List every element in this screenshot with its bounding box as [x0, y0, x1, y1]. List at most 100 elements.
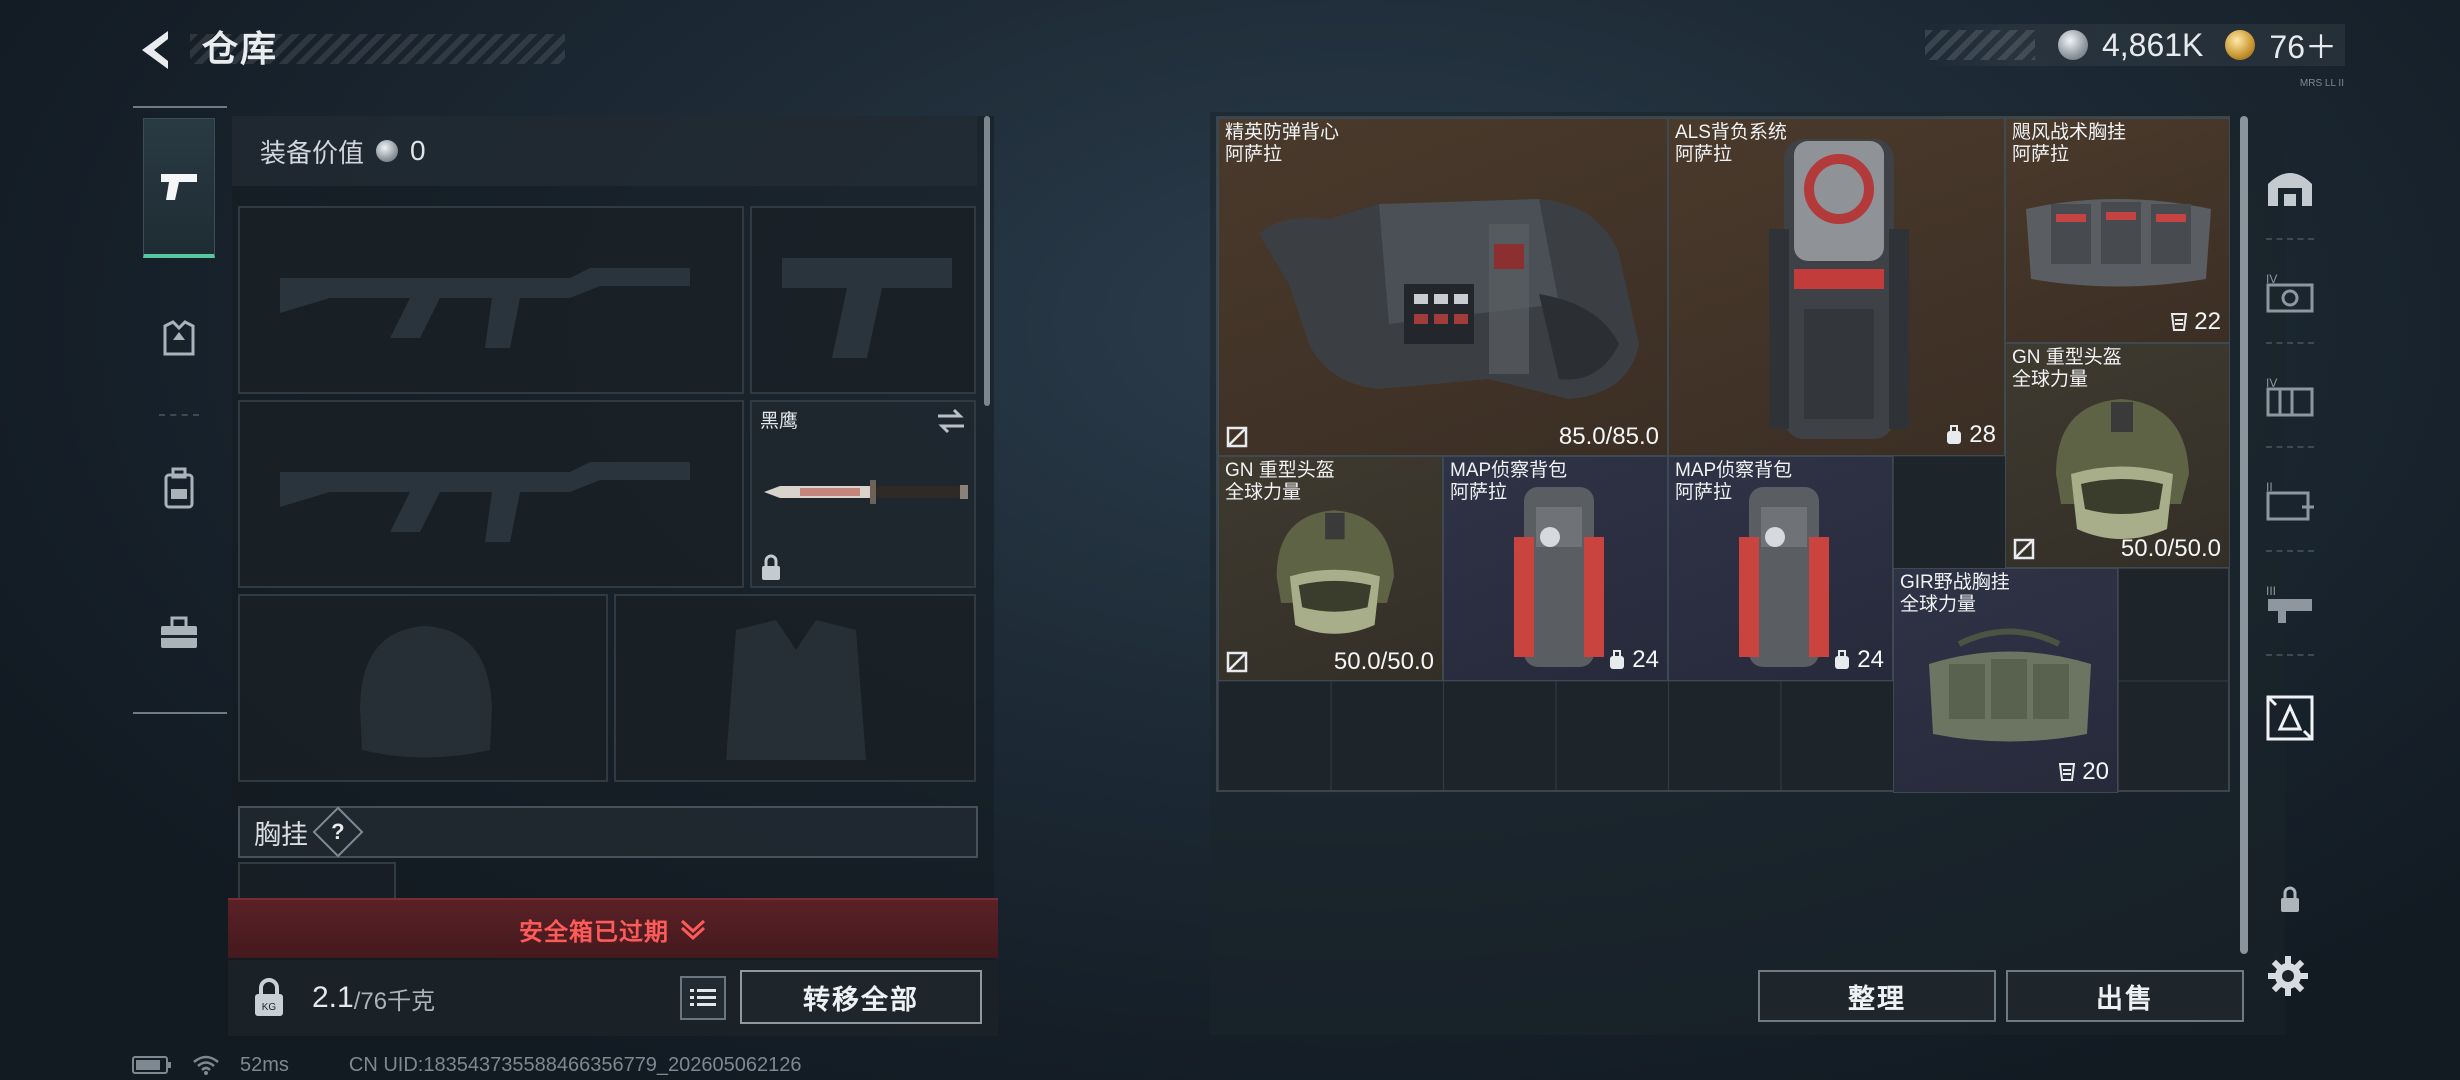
sell-button[interactable]: 出售: [2006, 970, 2244, 1022]
tiny-label: MRS LL II: [2299, 78, 2344, 89]
toolbox-icon: [161, 616, 197, 648]
chest-rig-label: 胸挂: [254, 819, 308, 850]
chest-rig-header[interactable]: 胸挂 ?: [238, 806, 978, 858]
storage-item-elite-armor-vest[interactable]: 精英防弹背心 阿萨拉 85.0/85.0: [1218, 118, 1668, 456]
hiking-backpack-icon: [1769, 139, 1909, 439]
item-name: GIR野战胸挂: [1900, 572, 2010, 593]
no-repair-icon: [1226, 426, 1248, 448]
helmet-silhouette-icon: [360, 626, 492, 758]
rifle-silhouette-icon: [280, 462, 690, 542]
capacity-icon: [1610, 650, 1625, 669]
knife-icon: [764, 480, 968, 504]
sort-button[interactable]: 整理: [1758, 970, 1996, 1022]
settings-button[interactable]: [2262, 950, 2314, 1002]
helmet-slot[interactable]: [238, 594, 608, 782]
armor-slot[interactable]: [614, 594, 976, 782]
storage-item-map-backpack-2[interactable]: MAP侦察背包 阿萨拉 24: [1668, 456, 1893, 681]
storage-item-gn-helmet-2[interactable]: GN 重型头盔 全球力量 50.0/50.0: [2005, 343, 2230, 568]
item-capacity: 20: [2058, 758, 2109, 786]
storage-item-gn-helmet-1[interactable]: GN 重型头盔 全球力量 50.0/50.0: [1218, 456, 1443, 681]
knife-name: 黑鹰: [760, 411, 799, 432]
storage-tabs: IV IV II III: [2252, 116, 2328, 896]
vest-silhouette-icon: [726, 620, 866, 760]
tab-weapons[interactable]: [143, 118, 215, 258]
inventory-bottom-bar: KG 2.1 /76千克 转移全部: [228, 960, 998, 1036]
tab-toolbox[interactable]: [143, 563, 215, 703]
safebox-expired-banner[interactable]: 安全箱已过期: [228, 898, 998, 958]
equipment-value: 0: [410, 135, 426, 166]
list-view-button[interactable]: [680, 976, 726, 1020]
item-capacity-value: 22: [2194, 308, 2221, 335]
gold-currency-value: 76＋: [2269, 29, 2337, 65]
wifi-icon: [193, 1055, 219, 1075]
weight-current: 2.1: [312, 981, 354, 1014]
secondary-weapon-slot[interactable]: [238, 400, 744, 588]
item-durability: 50.0/50.0: [2120, 535, 2221, 562]
storage-item-gir-chest-rig[interactable]: GIR野战胸挂 全球力量 20: [1893, 568, 2118, 793]
item-brand: 阿萨拉: [1225, 144, 1283, 165]
rifle-silhouette-icon: [280, 268, 690, 348]
list-icon: [690, 989, 716, 1006]
safebox-expired-text: 安全箱已过期: [519, 918, 669, 946]
item-brand: 阿萨拉: [1675, 482, 1733, 503]
gold-coin-icon: [2225, 30, 2256, 60]
item-capacity-value: 28: [1969, 421, 1996, 448]
storage-tab-6[interactable]: [2252, 666, 2328, 770]
helmet-icon: [2056, 399, 2189, 539]
weight-max: /76千克: [353, 987, 436, 1015]
tab-backpack[interactable]: [143, 418, 215, 558]
scout-backpack-icon: [1514, 487, 1604, 667]
swap-icon[interactable]: [936, 408, 966, 434]
storage-tab-5[interactable]: III: [2252, 552, 2328, 656]
svg-text:KG: KG: [262, 1002, 277, 1013]
storage-tab-2[interactable]: IV: [2252, 240, 2328, 344]
status-bar: 52ms CN UID:1835437355884663567​79_20260…: [132, 1050, 1032, 1080]
equipment-panel: 装备价值 0 黑鹰 胸挂 ?: [232, 116, 994, 1034]
ping-value: 52ms: [240, 1053, 289, 1076]
melee-slot[interactable]: 黑鹰: [750, 400, 976, 588]
storage-tab-1[interactable]: [2252, 136, 2328, 240]
lock-icon: [762, 554, 780, 580]
back-button[interactable]: [130, 22, 180, 78]
storage-grid: 精英防弹背心 阿萨拉 85.0/85.0 ALS背负系统 阿萨拉 28 飓风战术…: [1216, 116, 2230, 793]
storage-gun-case-icon: III: [2266, 584, 2312, 623]
chevron-down-icon: [680, 919, 706, 941]
item-brand: 阿萨拉: [2012, 144, 2070, 165]
storage-item-als-backpack[interactable]: ALS背负系统 阿萨拉 28: [1668, 118, 2005, 456]
storage-lock-icon[interactable]: [2270, 880, 2310, 920]
sidearm-slot[interactable]: [750, 206, 976, 394]
storage-item-typhoon-chest-rig[interactable]: 飓风战术胸挂 阿萨拉 22: [2005, 118, 2230, 343]
helmet-icon: [1276, 510, 1394, 634]
storage-house-icon: [2268, 173, 2312, 206]
item-brand: 阿萨拉: [1675, 144, 1733, 165]
currency-bar: 4,861K 76＋: [1925, 24, 2345, 66]
item-capacity-value: 20: [2082, 758, 2109, 785]
uid-text: CN UID:1835437355884663567​79_2026050621…: [348, 1053, 802, 1076]
back-arrow-icon: [142, 31, 168, 69]
silver-coin-icon: [376, 140, 399, 162]
help-icon[interactable]: ?: [312, 806, 364, 858]
equipment-scrollbar[interactable]: [984, 116, 990, 406]
help-mark: ?: [331, 818, 345, 844]
item-capacity-value: 24: [1632, 646, 1659, 673]
scout-backpack-icon: [1739, 487, 1829, 667]
storage-item-map-backpack-1[interactable]: MAP侦察背包 阿萨拉 24: [1443, 456, 1668, 681]
capacity-icon: [2171, 313, 2188, 331]
weight-lock-icon: KG: [244, 973, 294, 1023]
svg-text:III: III: [2266, 584, 2276, 598]
item-capacity: 24: [1833, 646, 1884, 674]
storage-tab-4[interactable]: II: [2252, 448, 2328, 552]
battery-icon: [132, 1056, 171, 1074]
item-capacity: 28: [1945, 421, 1996, 449]
item-name: GN 重型头盔: [1225, 460, 1335, 481]
capacity-icon: [2059, 763, 2076, 781]
transfer-all-button[interactable]: 转移全部: [740, 970, 982, 1024]
item-durability: 50.0/50.0: [1333, 648, 1434, 675]
tab-armor[interactable]: [143, 268, 215, 416]
no-repair-icon: [2013, 538, 2035, 560]
storage-medkit-icon: II: [2266, 480, 2314, 521]
pistol-silhouette-icon: [782, 258, 952, 358]
storage-scrollbar[interactable]: [2240, 116, 2248, 954]
storage-tab-3[interactable]: IV: [2252, 344, 2328, 448]
primary-weapon-slot[interactable]: [238, 206, 744, 394]
